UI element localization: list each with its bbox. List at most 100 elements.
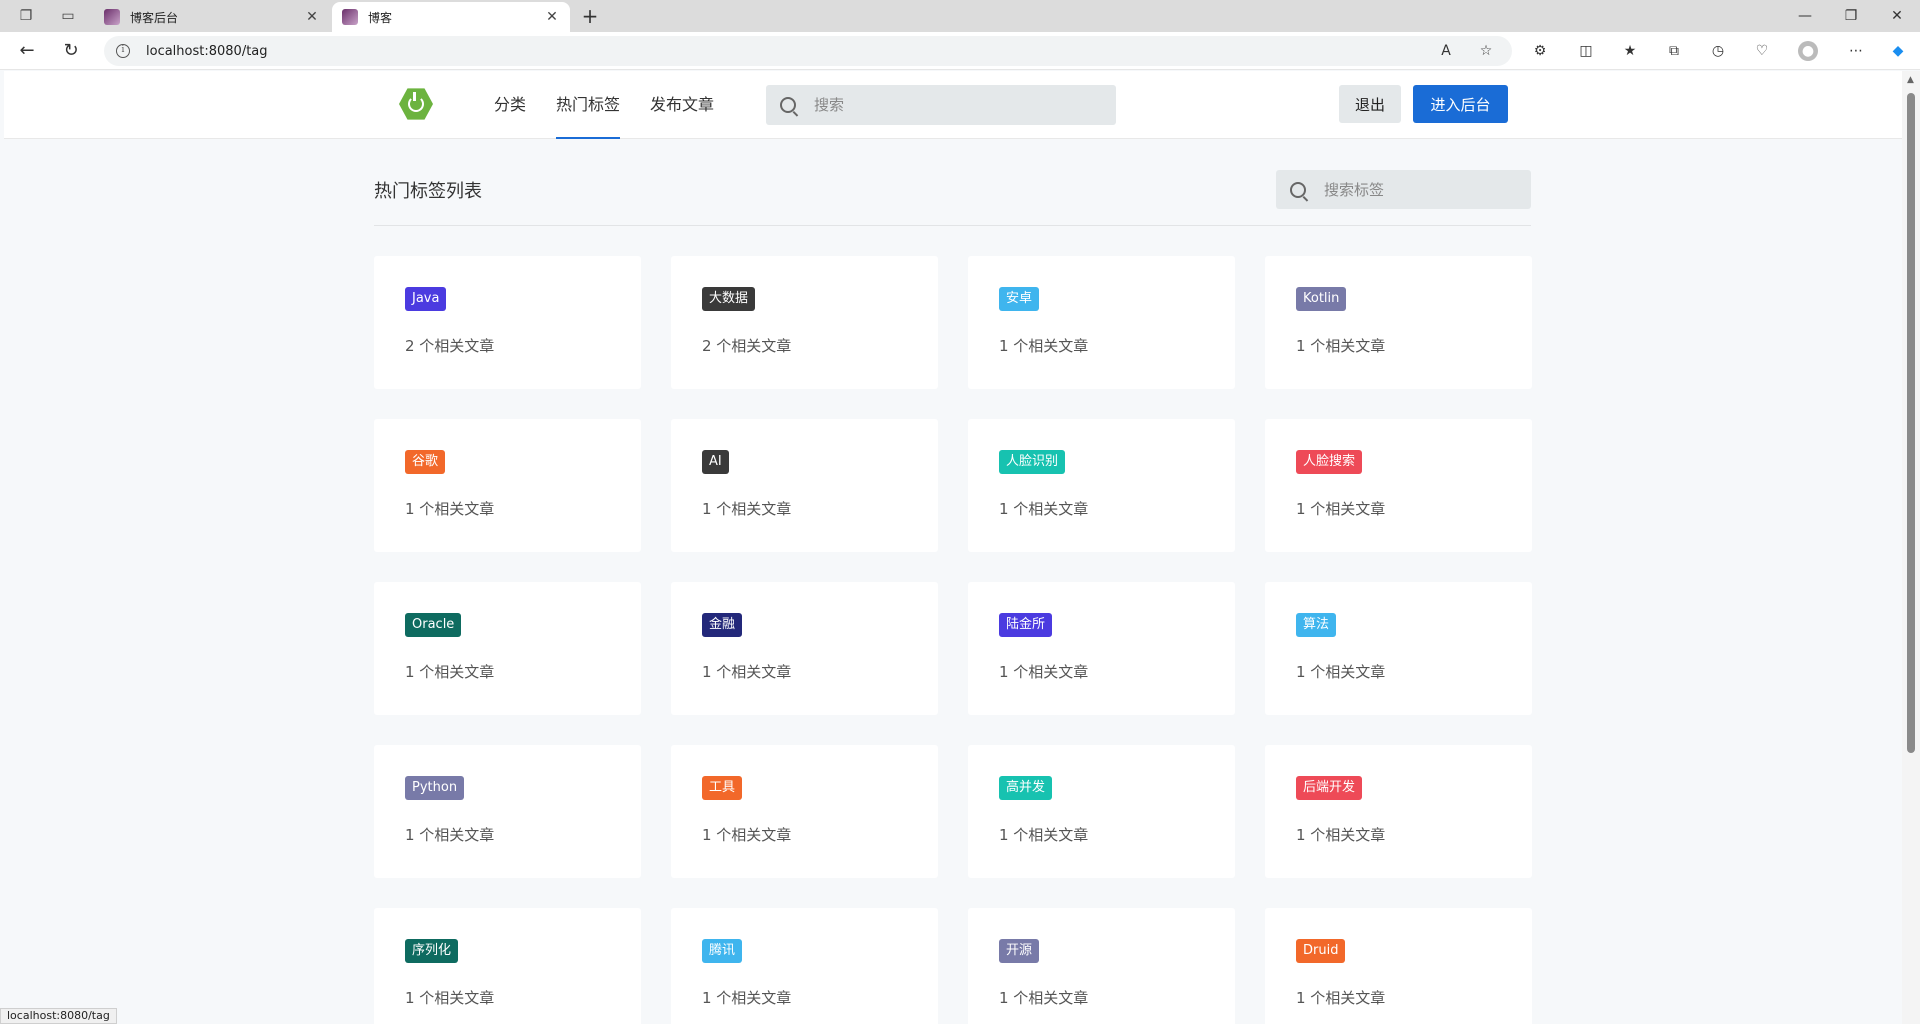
minimize-icon[interactable]: — <box>1790 4 1820 28</box>
browser-essentials-icon[interactable]: ♡ <box>1752 41 1772 61</box>
tag-article-count: 1 个相关文章 <box>999 500 1089 518</box>
tag-article-count: 1 个相关文章 <box>702 500 792 518</box>
read-aloud-icon[interactable]: A <box>1436 41 1456 61</box>
tag-badge[interactable]: 陆金所 <box>999 613 1053 637</box>
tag-card[interactable]: 腾讯 1 个相关文章 <box>671 908 938 1024</box>
tag-card[interactable]: Druid 1 个相关文章 <box>1265 908 1532 1024</box>
browser-address-bar: ← ↻ i localhost:8080/tag A ☆ ⚙ ◫ ★ ⧉ ◷ ♡… <box>0 32 1920 70</box>
site-info-icon[interactable]: i <box>116 44 130 58</box>
tag-article-count: 1 个相关文章 <box>999 663 1089 681</box>
back-arrow-icon[interactable]: ← <box>16 40 38 62</box>
divider <box>374 225 1531 226</box>
new-tab-icon[interactable]: + <box>578 4 602 28</box>
tag-card[interactable]: 人脸搜索 1 个相关文章 <box>1265 419 1532 552</box>
tag-article-count: 1 个相关文章 <box>702 826 792 844</box>
url-field[interactable]: i localhost:8080/tag <box>104 36 1512 66</box>
tag-article-count: 1 个相关文章 <box>1296 989 1386 1007</box>
tag-card[interactable]: 人脸识别 1 个相关文章 <box>968 419 1235 552</box>
tag-article-count: 1 个相关文章 <box>1296 663 1386 681</box>
tag-badge[interactable]: 大数据 <box>702 287 756 311</box>
tag-card[interactable]: Kotlin 1 个相关文章 <box>1265 256 1532 389</box>
tag-article-count: 1 个相关文章 <box>999 826 1089 844</box>
tag-card[interactable]: 工具 1 个相关文章 <box>671 745 938 878</box>
nav-item-publish[interactable]: 发布文章 <box>650 71 714 139</box>
collections-icon[interactable]: ⧉ <box>1664 41 1684 61</box>
enter-admin-button[interactable]: 进入后台 <box>1413 85 1508 123</box>
tag-badge[interactable]: 工具 <box>702 776 743 800</box>
site-favicon-icon <box>104 9 120 25</box>
nav-item-categories[interactable]: 分类 <box>494 71 526 139</box>
tag-badge[interactable]: 谷歌 <box>405 450 446 474</box>
status-bar-url: localhost:8080/tag <box>0 1008 117 1024</box>
browser-tab-admin[interactable]: 博客后台 ✕ <box>94 2 330 32</box>
tag-article-count: 2 个相关文章 <box>702 337 792 355</box>
tag-badge[interactable]: AI <box>702 450 729 474</box>
tag-card[interactable]: Oracle 1 个相关文章 <box>374 582 641 715</box>
favorite-star-icon[interactable]: ☆ <box>1476 41 1496 61</box>
tag-badge[interactable]: 安卓 <box>999 287 1040 311</box>
site-search-input[interactable] <box>814 96 1074 114</box>
tag-card[interactable]: 金融 1 个相关文章 <box>671 582 938 715</box>
tag-article-count: 1 个相关文章 <box>405 500 495 518</box>
tag-badge[interactable]: 开源 <box>999 939 1040 963</box>
tag-card[interactable]: 算法 1 个相关文章 <box>1265 582 1532 715</box>
tag-article-count: 1 个相关文章 <box>999 337 1089 355</box>
tag-card[interactable]: 序列化 1 个相关文章 <box>374 908 641 1024</box>
tag-article-count: 1 个相关文章 <box>405 989 495 1007</box>
tag-article-count: 1 个相关文章 <box>405 663 495 681</box>
close-icon[interactable]: ✕ <box>544 9 560 25</box>
tag-card[interactable]: AI 1 个相关文章 <box>671 419 938 552</box>
tag-badge[interactable]: 序列化 <box>405 939 459 963</box>
restore-icon[interactable]: ❐ <box>1836 4 1866 28</box>
favorites-icon[interactable]: ★ <box>1620 41 1640 61</box>
tag-badge[interactable]: 高并发 <box>999 776 1053 800</box>
tag-badge[interactable]: Druid <box>1296 939 1346 963</box>
profile-avatar-icon[interactable]: ● <box>1798 41 1818 61</box>
tag-card[interactable]: 后端开发 1 个相关文章 <box>1265 745 1532 878</box>
site-favicon-icon <box>342 9 358 25</box>
tag-card[interactable]: 陆金所 1 个相关文章 <box>968 582 1235 715</box>
window-close-icon[interactable]: ✕ <box>1882 4 1912 28</box>
tag-badge[interactable]: Python <box>405 776 465 800</box>
site-logo-icon[interactable] <box>399 88 433 120</box>
tag-badge[interactable]: Kotlin <box>1296 287 1347 311</box>
tag-badge[interactable]: Java <box>405 287 447 311</box>
tag-badge[interactable]: 人脸搜索 <box>1296 450 1363 474</box>
tag-search-input[interactable] <box>1324 180 1524 199</box>
tag-card[interactable]: 谷歌 1 个相关文章 <box>374 419 641 552</box>
split-screen-icon[interactable]: ◫ <box>1576 41 1596 61</box>
scroll-up-icon[interactable]: ▲ <box>1907 75 1914 85</box>
tag-article-count: 1 个相关文章 <box>999 989 1089 1007</box>
page-title: 热门标签列表 <box>374 181 482 202</box>
tag-badge[interactable]: Oracle <box>405 613 462 637</box>
browser-tab-bar: ❐ ▭ 博客后台 ✕ 博客 ✕ + — ❐ ✕ <box>0 0 1920 32</box>
tag-card[interactable]: 安卓 1 个相关文章 <box>968 256 1235 389</box>
search-icon <box>1290 181 1306 198</box>
tag-badge[interactable]: 腾讯 <box>702 939 743 963</box>
close-icon[interactable]: ✕ <box>304 9 320 25</box>
tab-actions-icon[interactable]: ▭ <box>58 6 78 26</box>
tag-article-count: 1 个相关文章 <box>702 663 792 681</box>
page-scrollbar[interactable]: ▲ <box>1902 71 1920 1024</box>
nav-item-hot-tags[interactable]: 热门标签 <box>556 71 621 139</box>
logout-button[interactable]: 退出 <box>1339 85 1401 123</box>
workspaces-icon[interactable]: ❐ <box>16 6 36 26</box>
refresh-icon[interactable]: ↻ <box>60 40 82 62</box>
history-icon[interactable]: ◷ <box>1708 41 1728 61</box>
tag-badge[interactable]: 人脸识别 <box>999 450 1066 474</box>
tag-card[interactable]: Java 2 个相关文章 <box>374 256 641 389</box>
extensions-icon[interactable]: ⚙ <box>1530 41 1550 61</box>
copilot-icon[interactable]: ◆ <box>1888 41 1908 61</box>
tag-article-count: 1 个相关文章 <box>1296 500 1386 518</box>
more-menu-icon[interactable]: ⋯ <box>1846 41 1866 61</box>
tag-badge[interactable]: 算法 <box>1296 613 1337 637</box>
tag-article-count: 1 个相关文章 <box>1296 337 1386 355</box>
tag-badge[interactable]: 金融 <box>702 613 743 637</box>
tag-badge[interactable]: 后端开发 <box>1296 776 1363 800</box>
tag-card[interactable]: 大数据 2 个相关文章 <box>671 256 938 389</box>
scroll-thumb[interactable] <box>1907 93 1915 753</box>
browser-tab-blog[interactable]: 博客 ✕ <box>332 2 570 32</box>
tag-card[interactable]: 开源 1 个相关文章 <box>968 908 1235 1024</box>
tag-card[interactable]: 高并发 1 个相关文章 <box>968 745 1235 878</box>
tag-card[interactable]: Python 1 个相关文章 <box>374 745 641 878</box>
